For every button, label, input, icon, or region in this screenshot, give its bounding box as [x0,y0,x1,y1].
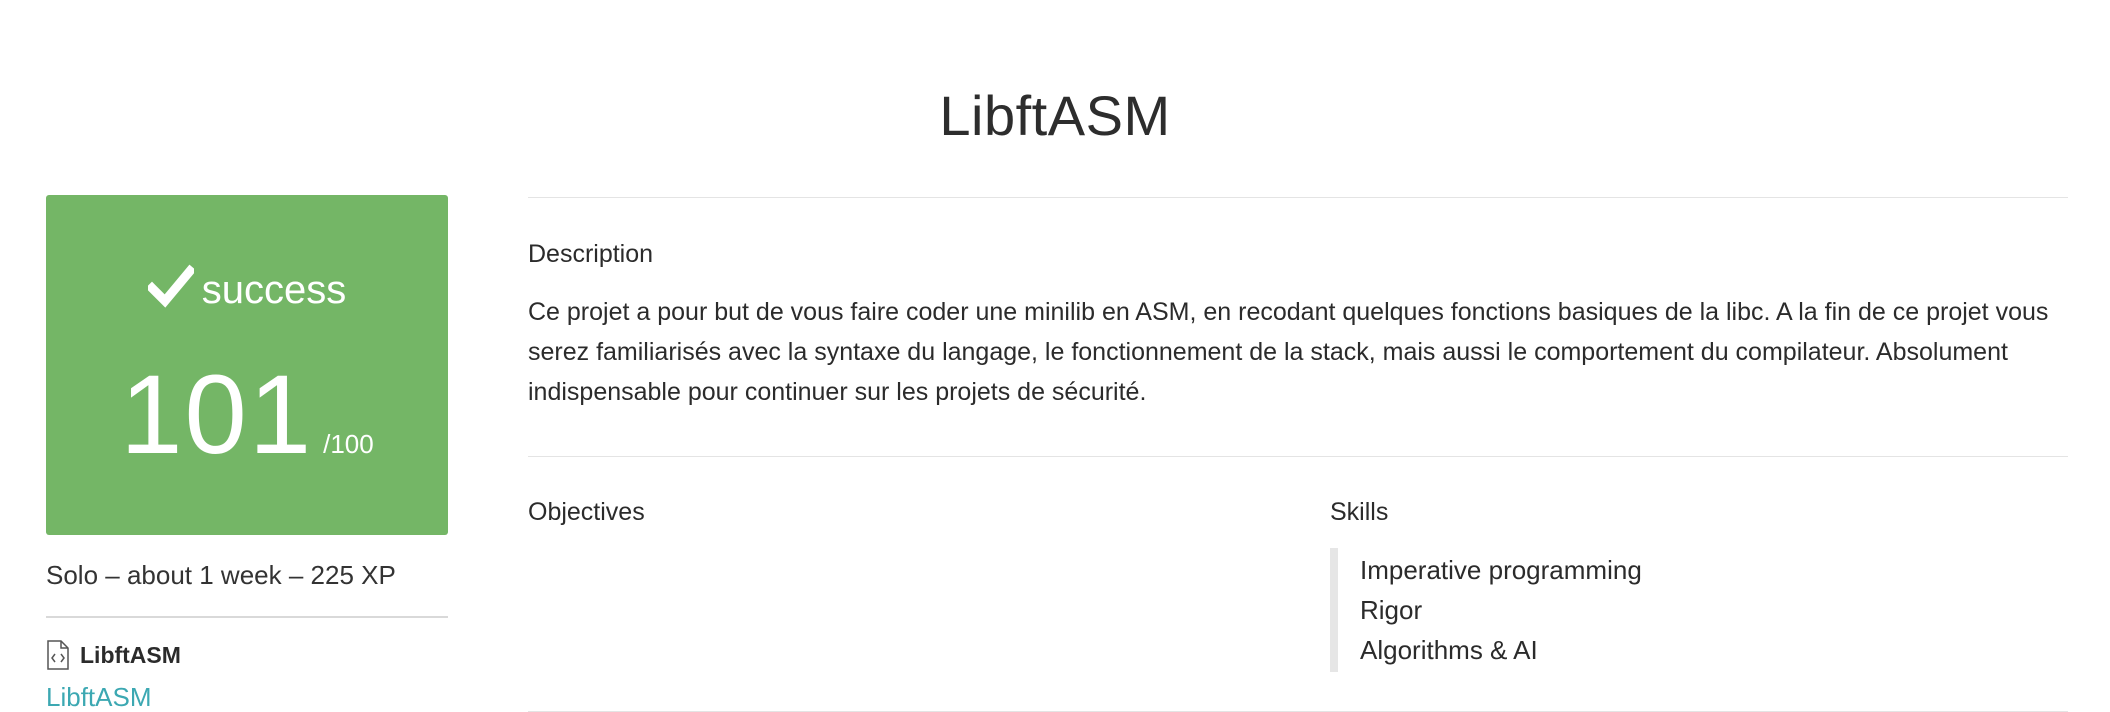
divider-top [528,197,2068,198]
sidebar-divider [46,616,448,618]
skills-heading: Skills [1330,498,1389,526]
skill-item: Rigor [1360,595,1423,625]
divider-middle [528,456,2068,457]
score-row: 101/100 [46,355,448,509]
objectives-heading: Objectives [528,498,645,526]
check-icon [147,264,194,308]
page-title: LibftASM [939,84,1171,147]
description-text: Ce projet a pour but de vous faire coder… [528,298,2049,406]
status-row: success [46,263,448,315]
skills-list: Imperative programming Rigor Algorithms … [1330,548,1960,672]
score-value: 101 [120,352,314,477]
attachment-row: LibftASM [46,640,181,670]
score-card: success 101/100 [46,195,448,535]
attachment-link[interactable]: LibftASM [46,682,152,712]
attachment-name: LibftASM [80,641,181,668]
description-heading: Description [528,240,654,268]
score-max: /100 [323,429,374,459]
status-label: success [201,268,347,312]
skill-item: Algorithms & AI [1360,635,1538,665]
project-meta: Solo – about 1 week – 225 XP [46,560,396,590]
project-page: LibftASM success 101/100 Solo – about 1 … [0,0,2110,712]
code-file-icon [47,640,69,670]
skill-item: Imperative programming [1360,555,1642,585]
